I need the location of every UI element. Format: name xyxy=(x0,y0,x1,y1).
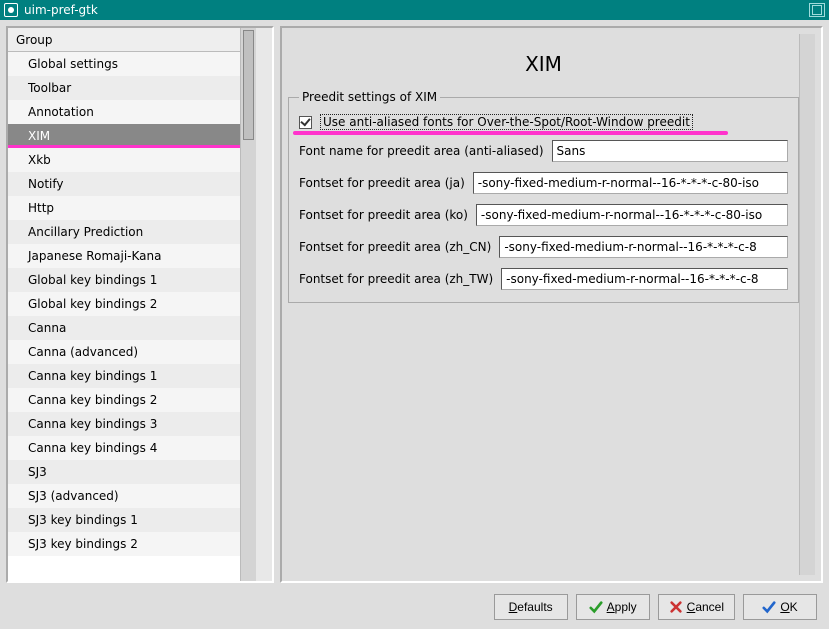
pane-gutter xyxy=(256,28,272,581)
tree-scrollbar[interactable] xyxy=(240,28,256,581)
defaults-rest: efaults xyxy=(517,600,552,614)
apply-mnemonic: A xyxy=(607,600,615,614)
preedit-label-4: Fontset for preedit area (zh_TW) xyxy=(299,272,493,286)
ok-mnemonic: O xyxy=(780,600,789,614)
apply-button[interactable]: Apply xyxy=(576,594,650,620)
sidebar-item-global-key-bindings-2[interactable]: Global key bindings 2 xyxy=(8,292,240,316)
client-area: Group Global settingsToolbarAnnotationXI… xyxy=(0,20,829,629)
window: uim-pref-gtk Group Global settingsToolba… xyxy=(0,0,829,629)
group-tree-pane: Group Global settingsToolbarAnnotationXI… xyxy=(6,26,274,583)
preedit-fieldset: Preedit settings of XIM Use anti-aliased… xyxy=(288,90,799,303)
preedit-input-4[interactable] xyxy=(501,268,788,290)
antialias-checkbox[interactable] xyxy=(299,116,312,129)
sidebar-item-sj3-advanced-[interactable]: SJ3 (advanced) xyxy=(8,484,240,508)
app-icon xyxy=(4,3,18,17)
preedit-input-0[interactable] xyxy=(552,140,788,162)
sidebar-item-sj3[interactable]: SJ3 xyxy=(8,460,240,484)
settings-scrollbar[interactable] xyxy=(799,34,815,575)
sidebar-item-canna[interactable]: Canna xyxy=(8,316,240,340)
sidebar-item-http[interactable]: Http xyxy=(8,196,240,220)
sidebar-item-canna-key-bindings-1[interactable]: Canna key bindings 1 xyxy=(8,364,240,388)
antialias-label: Use anti-aliased fonts for Over-the-Spot… xyxy=(323,115,690,129)
sidebar-item-global-key-bindings-1[interactable]: Global key bindings 1 xyxy=(8,268,240,292)
preedit-row-3: Fontset for preedit area (zh_CN) xyxy=(299,236,788,258)
sidebar-item-xim[interactable]: XIM xyxy=(8,124,240,148)
sidebar-item-ancillary-prediction[interactable]: Ancillary Prediction xyxy=(8,220,240,244)
preedit-row-2: Fontset for preedit area (ko) xyxy=(299,204,788,226)
apply-rest: pply xyxy=(615,600,637,614)
sidebar-item-toolbar[interactable]: Toolbar xyxy=(8,76,240,100)
settings-pane: XIM Preedit settings of XIM Use anti-ali… xyxy=(280,26,823,583)
maximize-icon[interactable] xyxy=(809,3,825,17)
ok-icon xyxy=(762,600,776,614)
preedit-input-1[interactable] xyxy=(473,172,788,194)
preedit-label-0: Font name for preedit area (anti-aliased… xyxy=(299,144,544,158)
preedit-input-3[interactable] xyxy=(499,236,788,258)
apply-icon xyxy=(589,600,603,614)
button-bar: Defaults Apply Cancel OK xyxy=(6,589,823,623)
titlebar[interactable]: uim-pref-gtk xyxy=(0,0,829,20)
sidebar-item-canna-key-bindings-3[interactable]: Canna key bindings 3 xyxy=(8,412,240,436)
window-title: uim-pref-gtk xyxy=(24,3,98,17)
defaults-mnemonic: D xyxy=(509,600,518,614)
antialias-label-focus: Use anti-aliased fonts for Over-the-Spot… xyxy=(320,114,693,130)
sidebar-item-annotation[interactable]: Annotation xyxy=(8,100,240,124)
sidebar-item-xkb[interactable]: Xkb xyxy=(8,148,240,172)
cancel-icon xyxy=(669,600,683,614)
tree-header[interactable]: Group xyxy=(8,28,240,52)
defaults-button[interactable]: Defaults xyxy=(494,594,568,620)
ok-rest: K xyxy=(790,600,798,614)
ok-button[interactable]: OK xyxy=(743,594,817,620)
cancel-button[interactable]: Cancel xyxy=(658,594,735,620)
sidebar-item-canna-key-bindings-4[interactable]: Canna key bindings 4 xyxy=(8,436,240,460)
sidebar-item-canna-advanced-[interactable]: Canna (advanced) xyxy=(8,340,240,364)
sidebar-item-global-settings[interactable]: Global settings xyxy=(8,52,240,76)
sidebar-item-canna-key-bindings-2[interactable]: Canna key bindings 2 xyxy=(8,388,240,412)
sidebar-item-notify[interactable]: Notify xyxy=(8,172,240,196)
preedit-label-2: Fontset for preedit area (ko) xyxy=(299,208,468,222)
cancel-mnemonic: C xyxy=(687,600,696,614)
sidebar-item-sj3-key-bindings-1[interactable]: SJ3 key bindings 1 xyxy=(8,508,240,532)
main-split: Group Global settingsToolbarAnnotationXI… xyxy=(6,26,823,583)
preedit-input-2[interactable] xyxy=(476,204,788,226)
preedit-row-4: Fontset for preedit area (zh_TW) xyxy=(299,268,788,290)
titlebar-right xyxy=(809,3,825,18)
sidebar-item-japanese-romaji-kana[interactable]: Japanese Romaji-Kana xyxy=(8,244,240,268)
page-title: XIM xyxy=(288,34,799,90)
preedit-label-3: Fontset for preedit area (zh_CN) xyxy=(299,240,491,254)
cancel-rest: ancel xyxy=(695,600,724,614)
sidebar-item-sj3-key-bindings-2[interactable]: SJ3 key bindings 2 xyxy=(8,532,240,556)
annotation-underline-checkbox xyxy=(293,131,728,135)
antialias-row: Use anti-aliased fonts for Over-the-Spot… xyxy=(299,114,788,130)
group-tree[interactable]: Group Global settingsToolbarAnnotationXI… xyxy=(8,28,240,581)
preedit-row-1: Fontset for preedit area (ja) xyxy=(299,172,788,194)
preedit-label-1: Fontset for preedit area (ja) xyxy=(299,176,465,190)
tree-scrollbar-thumb[interactable] xyxy=(243,30,254,140)
preedit-row-0: Font name for preedit area (anti-aliased… xyxy=(299,140,788,162)
fieldset-legend: Preedit settings of XIM xyxy=(299,90,440,104)
